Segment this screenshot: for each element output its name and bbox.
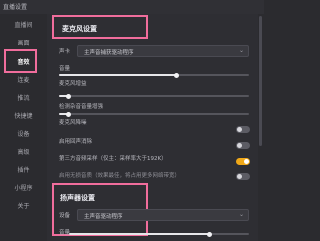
toggle-knob bbox=[244, 159, 249, 164]
mic-volume-label: 音量 bbox=[59, 66, 71, 72]
chevron-down-icon: ⌄ bbox=[238, 47, 244, 54]
speaker-volume-label: 音量 bbox=[59, 230, 71, 236]
sidebar-item-mini-programs[interactable]: 小程序 bbox=[0, 183, 47, 192]
speaker-device-label: 设备 bbox=[59, 213, 71, 219]
mic-device-value: 主声音捕获驱动程序 bbox=[84, 50, 134, 56]
mic-section-title: 麦克风设置 bbox=[62, 25, 97, 33]
window-title: 直播设置 bbox=[3, 4, 28, 11]
settings-panel: 麦克风设置 声卡 主声音捕获驱动程序 ⌄ 音量 麦克风增益 检测杂音音量增强 麦… bbox=[47, 14, 264, 241]
sidebar-item-live-room[interactable]: 直播间 bbox=[0, 20, 47, 29]
scrollbar-thumb[interactable] bbox=[259, 16, 262, 146]
title-bar: 直播设置 bbox=[0, 0, 264, 14]
sidebar-item-stream[interactable]: 推流 bbox=[0, 93, 47, 102]
sidebar-item-hotkeys[interactable]: 快捷键 bbox=[0, 111, 47, 120]
chevron-down-icon: ⌄ bbox=[238, 211, 244, 218]
noise-boost-slider[interactable] bbox=[59, 111, 249, 117]
mic-device-select[interactable]: 主声音捕获驱动程序 ⌄ bbox=[77, 45, 249, 57]
mic-volume-fill bbox=[59, 74, 177, 76]
mic-volume-knob[interactable] bbox=[174, 72, 180, 78]
denoise-toggle[interactable] bbox=[236, 126, 250, 133]
denoise-label: 麦克风降噪 bbox=[59, 120, 87, 126]
toggle-knob bbox=[237, 174, 242, 179]
echo-cancel-toggle[interactable] bbox=[236, 142, 250, 149]
mic-gain-slider[interactable] bbox=[59, 93, 249, 99]
toggle-knob bbox=[237, 143, 242, 148]
sidebar-item-advanced[interactable]: 高级 bbox=[0, 147, 47, 156]
third-party-sampling-toggle[interactable] bbox=[236, 158, 250, 165]
speaker-device-value: 主声音驱动程序 bbox=[84, 214, 123, 220]
noise-boost-label: 检测杂音音量增强 bbox=[59, 104, 104, 110]
sidebar-item-about[interactable]: 关于 bbox=[0, 201, 47, 210]
sidebar-item-picture[interactable]: 画面 bbox=[0, 38, 47, 47]
echo-cancel-label: 启用回声消除 bbox=[59, 139, 93, 145]
mic-gain-label: 麦克风增益 bbox=[59, 81, 87, 87]
toggle-knob bbox=[237, 127, 242, 132]
mic-device-label: 声卡 bbox=[59, 49, 71, 55]
scrollbar[interactable] bbox=[258, 14, 264, 241]
sidebar-item-devices[interactable]: 设备 bbox=[0, 129, 47, 138]
mic-gain-knob[interactable] bbox=[66, 93, 71, 99]
speaker-volume-fill bbox=[69, 233, 210, 235]
speaker-volume-knob[interactable] bbox=[206, 231, 212, 237]
speaker-volume-slider[interactable] bbox=[69, 231, 249, 237]
sidebar-highlight-box bbox=[4, 49, 37, 73]
third-party-sampling-label: 第三方音频采样（仅主：采样率大于192K） bbox=[59, 156, 167, 162]
lossless-label: 启用无损音质（效果最佳，将占用更多网络带宽） bbox=[59, 173, 181, 179]
noise-boost-knob[interactable] bbox=[66, 111, 71, 117]
mic-volume-slider[interactable] bbox=[59, 72, 249, 78]
sidebar-item-co-host[interactable]: 连麦 bbox=[0, 75, 47, 84]
speaker-device-select[interactable]: 主声音驱动程序 ⌄ bbox=[77, 209, 249, 221]
speaker-section-title: 扬声器设置 bbox=[60, 194, 95, 202]
lossless-toggle[interactable] bbox=[236, 173, 250, 180]
sidebar-item-plugins[interactable]: 插件 bbox=[0, 165, 47, 174]
